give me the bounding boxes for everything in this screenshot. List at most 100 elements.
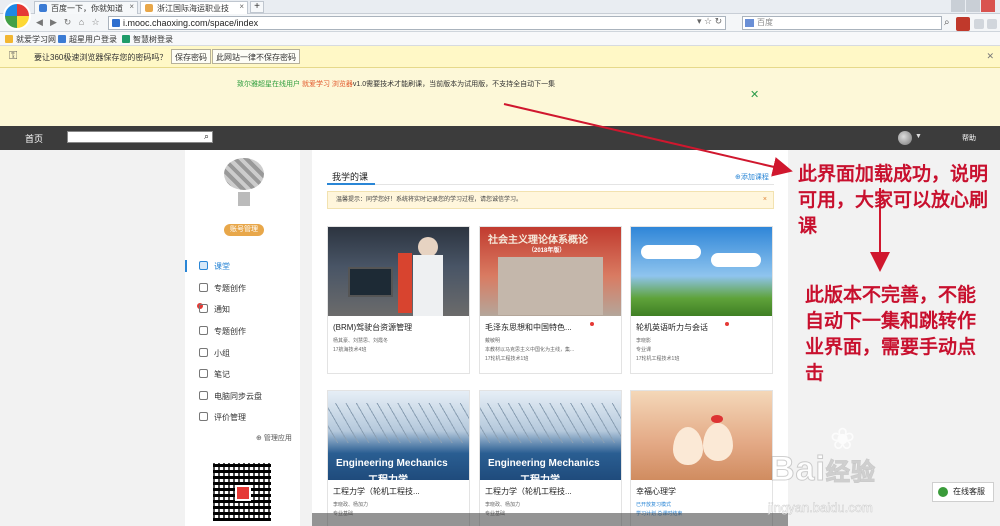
app-logo-icon xyxy=(235,485,251,501)
help-link[interactable]: 帮助 xyxy=(962,133,976,143)
tip-banner: 温馨提示：同学您好！系统将实时记录您的学习过程，请您诚信学习。 × xyxy=(327,191,774,209)
avatar xyxy=(224,158,264,190)
tab-my-courses[interactable]: 我学的课 xyxy=(332,170,368,183)
annotation-text-top: 此界面加载成功，说明 可用，大家可以放心刷 课 xyxy=(798,163,989,237)
sidebar-item-cloud[interactable]: 电脑同步云盘 xyxy=(185,387,300,405)
course-teacher: 杨其豪、刘慧思、刘霞冬 xyxy=(333,338,389,344)
maximize-icon[interactable] xyxy=(966,0,980,12)
key-icon: ⚿ xyxy=(9,50,18,62)
window-controls xyxy=(950,0,1000,14)
extension-icon[interactable] xyxy=(974,19,984,29)
save-password-button[interactable]: 保存密码 xyxy=(171,49,211,64)
home-link[interactable]: 首页 xyxy=(25,132,43,145)
close-tab-icon[interactable]: × xyxy=(129,2,134,11)
course-card[interactable]: Engineering Mechanics 工程力学 工程力学（轮机工程技...… xyxy=(479,390,622,526)
search-icon[interactable]: ⌕ xyxy=(204,131,209,142)
close-icon[interactable]: × xyxy=(763,192,767,208)
sidebar-item-notice[interactable]: 通知 xyxy=(185,300,300,318)
course-title[interactable]: 轮机英语听力与会话 xyxy=(636,322,708,333)
never-save-password-button[interactable]: 此网站一律不保存密码 xyxy=(212,49,300,64)
course-title[interactable]: (BRM)驾驶台资源管理 xyxy=(333,322,412,333)
egg-illustration xyxy=(673,427,703,465)
course-card[interactable]: 幸福心理学 已开放复习模式 学习计划 总课时结束 xyxy=(630,390,773,526)
course-title[interactable]: 工程力学（轮机工程技... xyxy=(333,486,420,497)
sidebar-item-classroom[interactable]: 课堂 xyxy=(185,257,300,275)
site-search-input[interactable]: ⌕ xyxy=(67,131,213,143)
browser-tab-bar: 百度一下，你就知道 × 浙江国际海运职业技 × + xyxy=(0,0,1000,14)
course-class: 17航海技术4班 xyxy=(333,347,367,353)
search-icon[interactable]: ⌕ xyxy=(944,17,950,28)
browser-tab-chaoxing[interactable]: 浙江国际海运职业技 × xyxy=(140,1,248,14)
close-icon[interactable]: ✕ xyxy=(986,51,994,62)
course-title[interactable]: 毛泽东思想和中国特色... xyxy=(485,322,572,333)
course-card[interactable]: (BRM)驾驶台资源管理 杨其豪、刘慧思、刘霞冬 17航海技术4班 xyxy=(327,226,470,374)
egg-illustration xyxy=(703,423,733,461)
close-window-icon[interactable] xyxy=(981,0,995,12)
site-icon xyxy=(112,19,120,27)
forward-icon[interactable]: ▶ xyxy=(48,17,59,28)
bookmark-item[interactable]: 就爱学习网 xyxy=(5,34,56,45)
course-thumbnail xyxy=(631,227,772,316)
minimize-icon[interactable] xyxy=(951,0,965,12)
back-icon[interactable]: ◀ xyxy=(34,17,45,28)
cloud-icon xyxy=(199,391,208,400)
sidebar-item-topic-2[interactable]: 专题创作 xyxy=(185,322,300,340)
avatar[interactable] xyxy=(898,131,912,145)
manage-apps-link[interactable]: 管理应用 xyxy=(256,433,292,443)
browser-search-input[interactable]: 百度 xyxy=(742,16,942,30)
sidebar-item-notes[interactable]: 笔记 xyxy=(185,365,300,383)
close-tab-icon[interactable]: × xyxy=(239,2,244,11)
chevron-down-icon[interactable]: ▼ xyxy=(915,133,922,140)
sidebar-item-evaluation[interactable]: 评价管理 xyxy=(185,408,300,426)
course-class: 17轮机工程技术1班 xyxy=(485,356,529,362)
course-card[interactable]: 轮机英语听力与会话 李晓影 专业课 17轮机工程技术1班 xyxy=(630,226,773,374)
course-card[interactable]: Engineering Mechanics 工程力学 工程力学（轮机工程技...… xyxy=(327,390,470,526)
menu-icon[interactable] xyxy=(987,19,997,29)
course-class: 专业课 xyxy=(636,347,652,353)
new-tab-button[interactable]: + xyxy=(250,1,264,13)
course-class: 本教材以马克思主义中国化为主线，集... xyxy=(485,347,575,353)
home-icon[interactable]: ⌂ xyxy=(76,17,87,28)
group-icon xyxy=(199,348,208,357)
profile-photo[interactable] xyxy=(224,158,264,206)
sidebar-item-group[interactable]: 小组 xyxy=(185,344,300,362)
address-bar[interactable]: i.mooc.chaoxing.com/space/index xyxy=(108,16,726,30)
course-class: 17轮机工程技术1班 xyxy=(636,356,680,362)
topic-icon xyxy=(199,283,208,292)
topic-icon xyxy=(199,326,208,335)
baidu-watermark: ❀ Bai经验 xyxy=(770,423,876,489)
password-save-bar: ⚿ 要让360极速浏览器保存您的密码吗？ 保存密码 此网站一律不保存密码 ✕ xyxy=(0,46,1000,68)
course-teacher: 李晓政、杨加力 xyxy=(333,502,369,508)
user-avatar-icon[interactable] xyxy=(956,17,970,31)
online-service-button[interactable]: 在线客服 xyxy=(932,482,994,502)
search-engine-icon[interactable] xyxy=(745,19,754,27)
browser-360-logo[interactable] xyxy=(3,2,31,30)
course-title[interactable]: 幸福心理学 xyxy=(636,486,676,497)
course-teacher: 戴敏明 xyxy=(485,338,501,344)
baidu-favicon-icon xyxy=(39,4,47,12)
bookmark-item[interactable]: 超星用户登录 xyxy=(58,34,117,45)
qr-code xyxy=(210,460,274,524)
course-card[interactable]: 社会主义理论体系概论 （2018年版） 毛泽东思想和中国特色... 戴敏明 本教… xyxy=(479,226,622,374)
course-thumbnail: Engineering Mechanics 工程力学 xyxy=(328,391,469,480)
bookmarks-bar: 就爱学习网 超星用户登录 智慧树登录 xyxy=(0,32,1000,46)
account-manage-button[interactable]: 账号管理 xyxy=(224,224,264,236)
course-thumbnail xyxy=(328,227,469,316)
close-icon[interactable]: ✕ xyxy=(750,88,759,101)
search-placeholder: 百度 xyxy=(757,18,773,27)
active-tab-indicator xyxy=(327,183,375,185)
add-course-button[interactable]: ⊕添加课程 xyxy=(735,172,769,182)
refresh-icon[interactable]: ↻ xyxy=(62,17,73,28)
course-status: 已开放复习模式 xyxy=(636,502,672,508)
bookmark-item[interactable]: 智慧树登录 xyxy=(122,34,173,45)
star-icon[interactable]: ☆ xyxy=(90,17,101,28)
evaluation-icon xyxy=(199,412,208,421)
browser-tab-baidu[interactable]: 百度一下，你就知道 × xyxy=(34,1,138,14)
course-title[interactable]: 工程力学（轮机工程技... xyxy=(485,486,572,497)
note-icon xyxy=(199,369,208,378)
sidebar-item-topic[interactable]: 专题创作 xyxy=(185,279,300,297)
browser-nav-bar: ◀ ▶ ↻ ⌂ ☆ i.mooc.chaoxing.com/space/inde… xyxy=(0,14,1000,32)
address-bar-icons[interactable]: ▾ ☆ ↻ xyxy=(697,16,722,27)
plugin-notice: 致尔雅超星在线用户 就爱学习 浏览器v1.0需要技术才能刷课，当前版本为试用版，… xyxy=(0,68,1000,126)
notice-icon xyxy=(199,304,208,313)
